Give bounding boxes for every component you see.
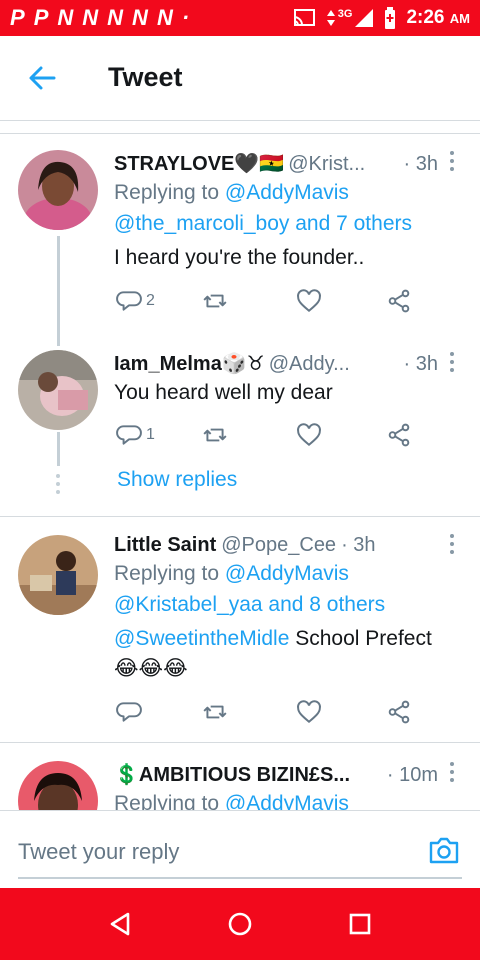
tweet-actions: 1	[114, 422, 434, 448]
network-type: 3G	[337, 8, 353, 20]
more-notifications-icon: ·	[181, 5, 190, 30]
reply-button[interactable]: 2	[116, 288, 155, 314]
more-options-icon[interactable]	[450, 762, 456, 782]
reply-icon	[116, 291, 142, 311]
mention-link[interactable]: @Kristabel_yaa and 8 others	[114, 593, 385, 616]
like-button[interactable]	[296, 422, 322, 448]
avatar[interactable]	[18, 761, 98, 810]
reply-tweet[interactable]: Little Saint @Pope_Cee · 3h Replying to …	[0, 517, 480, 742]
heart-icon	[297, 700, 321, 724]
reply-input[interactable]: Tweet your reply	[18, 839, 179, 865]
like-button[interactable]	[296, 699, 322, 725]
retweet-icon	[203, 705, 227, 719]
display-name[interactable]: Iam_Melma	[114, 353, 222, 376]
signal-icon	[355, 9, 374, 27]
reply-composer: Tweet your reply	[0, 810, 480, 888]
user-handle[interactable]: @Addy...	[269, 353, 350, 376]
tweet-emojis: 😂😂😂	[114, 657, 188, 680]
reply-tweet[interactable]: Iam_Melma 🎲♉ @Addy... · 3h You heard wel…	[0, 344, 480, 464]
like-button[interactable]	[296, 288, 322, 314]
name-emoji: 🎲♉	[221, 353, 265, 375]
notification-icon: P	[10, 5, 25, 30]
mention-link[interactable]: @AddyMavis	[225, 562, 349, 585]
more-options-icon[interactable]	[450, 534, 456, 554]
app-header: Tweet	[0, 36, 480, 120]
retweet-button[interactable]	[202, 422, 228, 448]
notification-icon: N	[107, 5, 124, 30]
reply-icon	[116, 425, 142, 445]
nav-home-icon[interactable]	[226, 910, 254, 938]
reply-tweet[interactable]: STRAYLOVE🖤🇬🇭 @Krist... · 3h Replying to …	[0, 134, 480, 344]
notification-icon: N	[132, 5, 148, 30]
clock: 2:26 AM	[406, 7, 470, 28]
retweet-icon	[203, 428, 227, 442]
replying-to-label: Replying to	[114, 562, 220, 585]
tweet-text: You heard well my dear	[114, 381, 333, 404]
retweet-icon	[203, 294, 227, 308]
reply-tweet[interactable]: 💲AMBITIOUS BIZIN£S... · 10m Replying to …	[0, 743, 480, 810]
share-button[interactable]	[386, 422, 412, 448]
input-underline	[18, 877, 462, 879]
avatar[interactable]	[18, 150, 98, 230]
mention-link[interactable]: @SweetintheMidle	[114, 627, 289, 650]
avatar[interactable]	[18, 535, 98, 615]
heart-icon	[297, 289, 321, 313]
share-button[interactable]	[386, 699, 412, 725]
page-title: Tweet	[108, 62, 183, 92]
cast-icon	[293, 9, 315, 26]
mention-link[interactable]: @AddyMavis	[225, 181, 349, 204]
notification-icon: N	[57, 5, 74, 30]
reply-icon	[116, 702, 142, 722]
retweet-button[interactable]	[202, 699, 228, 725]
replying-to-label: Replying to	[114, 792, 220, 810]
status-bar: P P N N N N N · 3G 2:26 AM	[0, 0, 480, 36]
system-nav-bar	[0, 888, 480, 960]
reply-button[interactable]: 1	[116, 422, 155, 448]
nav-recents-icon[interactable]	[346, 910, 374, 938]
replying-to-label: Replying to	[114, 181, 220, 204]
reply-count: 2	[146, 292, 155, 309]
tweet-text: I heard you're the founder..	[114, 246, 365, 269]
data-arrows-icon	[326, 10, 335, 26]
display-name[interactable]: 💲AMBITIOUS BIZIN£S...	[114, 762, 350, 787]
battery-icon	[385, 7, 396, 29]
tweet-actions: 2	[114, 288, 434, 314]
timestamp: · 3h	[341, 534, 376, 556]
heart-icon	[297, 423, 321, 447]
reply-button[interactable]	[116, 699, 142, 725]
tweet-actions	[114, 699, 434, 725]
camera-icon[interactable]	[428, 835, 460, 865]
share-button[interactable]	[386, 288, 412, 314]
display-name[interactable]: STRAYLOVE🖤🇬🇭	[114, 151, 284, 176]
thread-dots	[56, 474, 60, 498]
tweet-text: School Prefect	[289, 627, 432, 650]
user-handle[interactable]: @Pope_Cee	[221, 534, 336, 557]
retweet-button[interactable]	[202, 288, 228, 314]
reply-count: 1	[146, 426, 155, 443]
divider	[0, 120, 480, 121]
show-replies-link[interactable]: Show replies	[117, 468, 237, 492]
more-options-icon[interactable]	[450, 151, 456, 171]
share-icon	[388, 423, 410, 447]
more-options-icon[interactable]	[450, 352, 456, 372]
share-icon	[388, 289, 410, 313]
mention-link[interactable]: @AddyMavis	[225, 792, 349, 810]
user-handle[interactable]: @Krist...	[288, 153, 365, 176]
mention-link[interactable]: @the_marcoli_boy and 7 others	[114, 212, 412, 235]
timestamp: · 3h	[403, 353, 438, 375]
notification-icon: N	[82, 5, 99, 30]
display-name[interactable]: Little Saint	[114, 534, 216, 557]
notification-icon: N	[156, 5, 173, 30]
nav-back-icon[interactable]	[106, 910, 134, 938]
avatar[interactable]	[18, 350, 98, 430]
back-arrow-icon[interactable]	[26, 62, 58, 94]
notification-icon: P	[33, 5, 49, 30]
timestamp: · 3h	[403, 153, 438, 175]
share-icon	[388, 700, 410, 724]
notification-icons: P P N N N N N ·	[10, 5, 189, 31]
timestamp: · 10m	[386, 764, 438, 786]
